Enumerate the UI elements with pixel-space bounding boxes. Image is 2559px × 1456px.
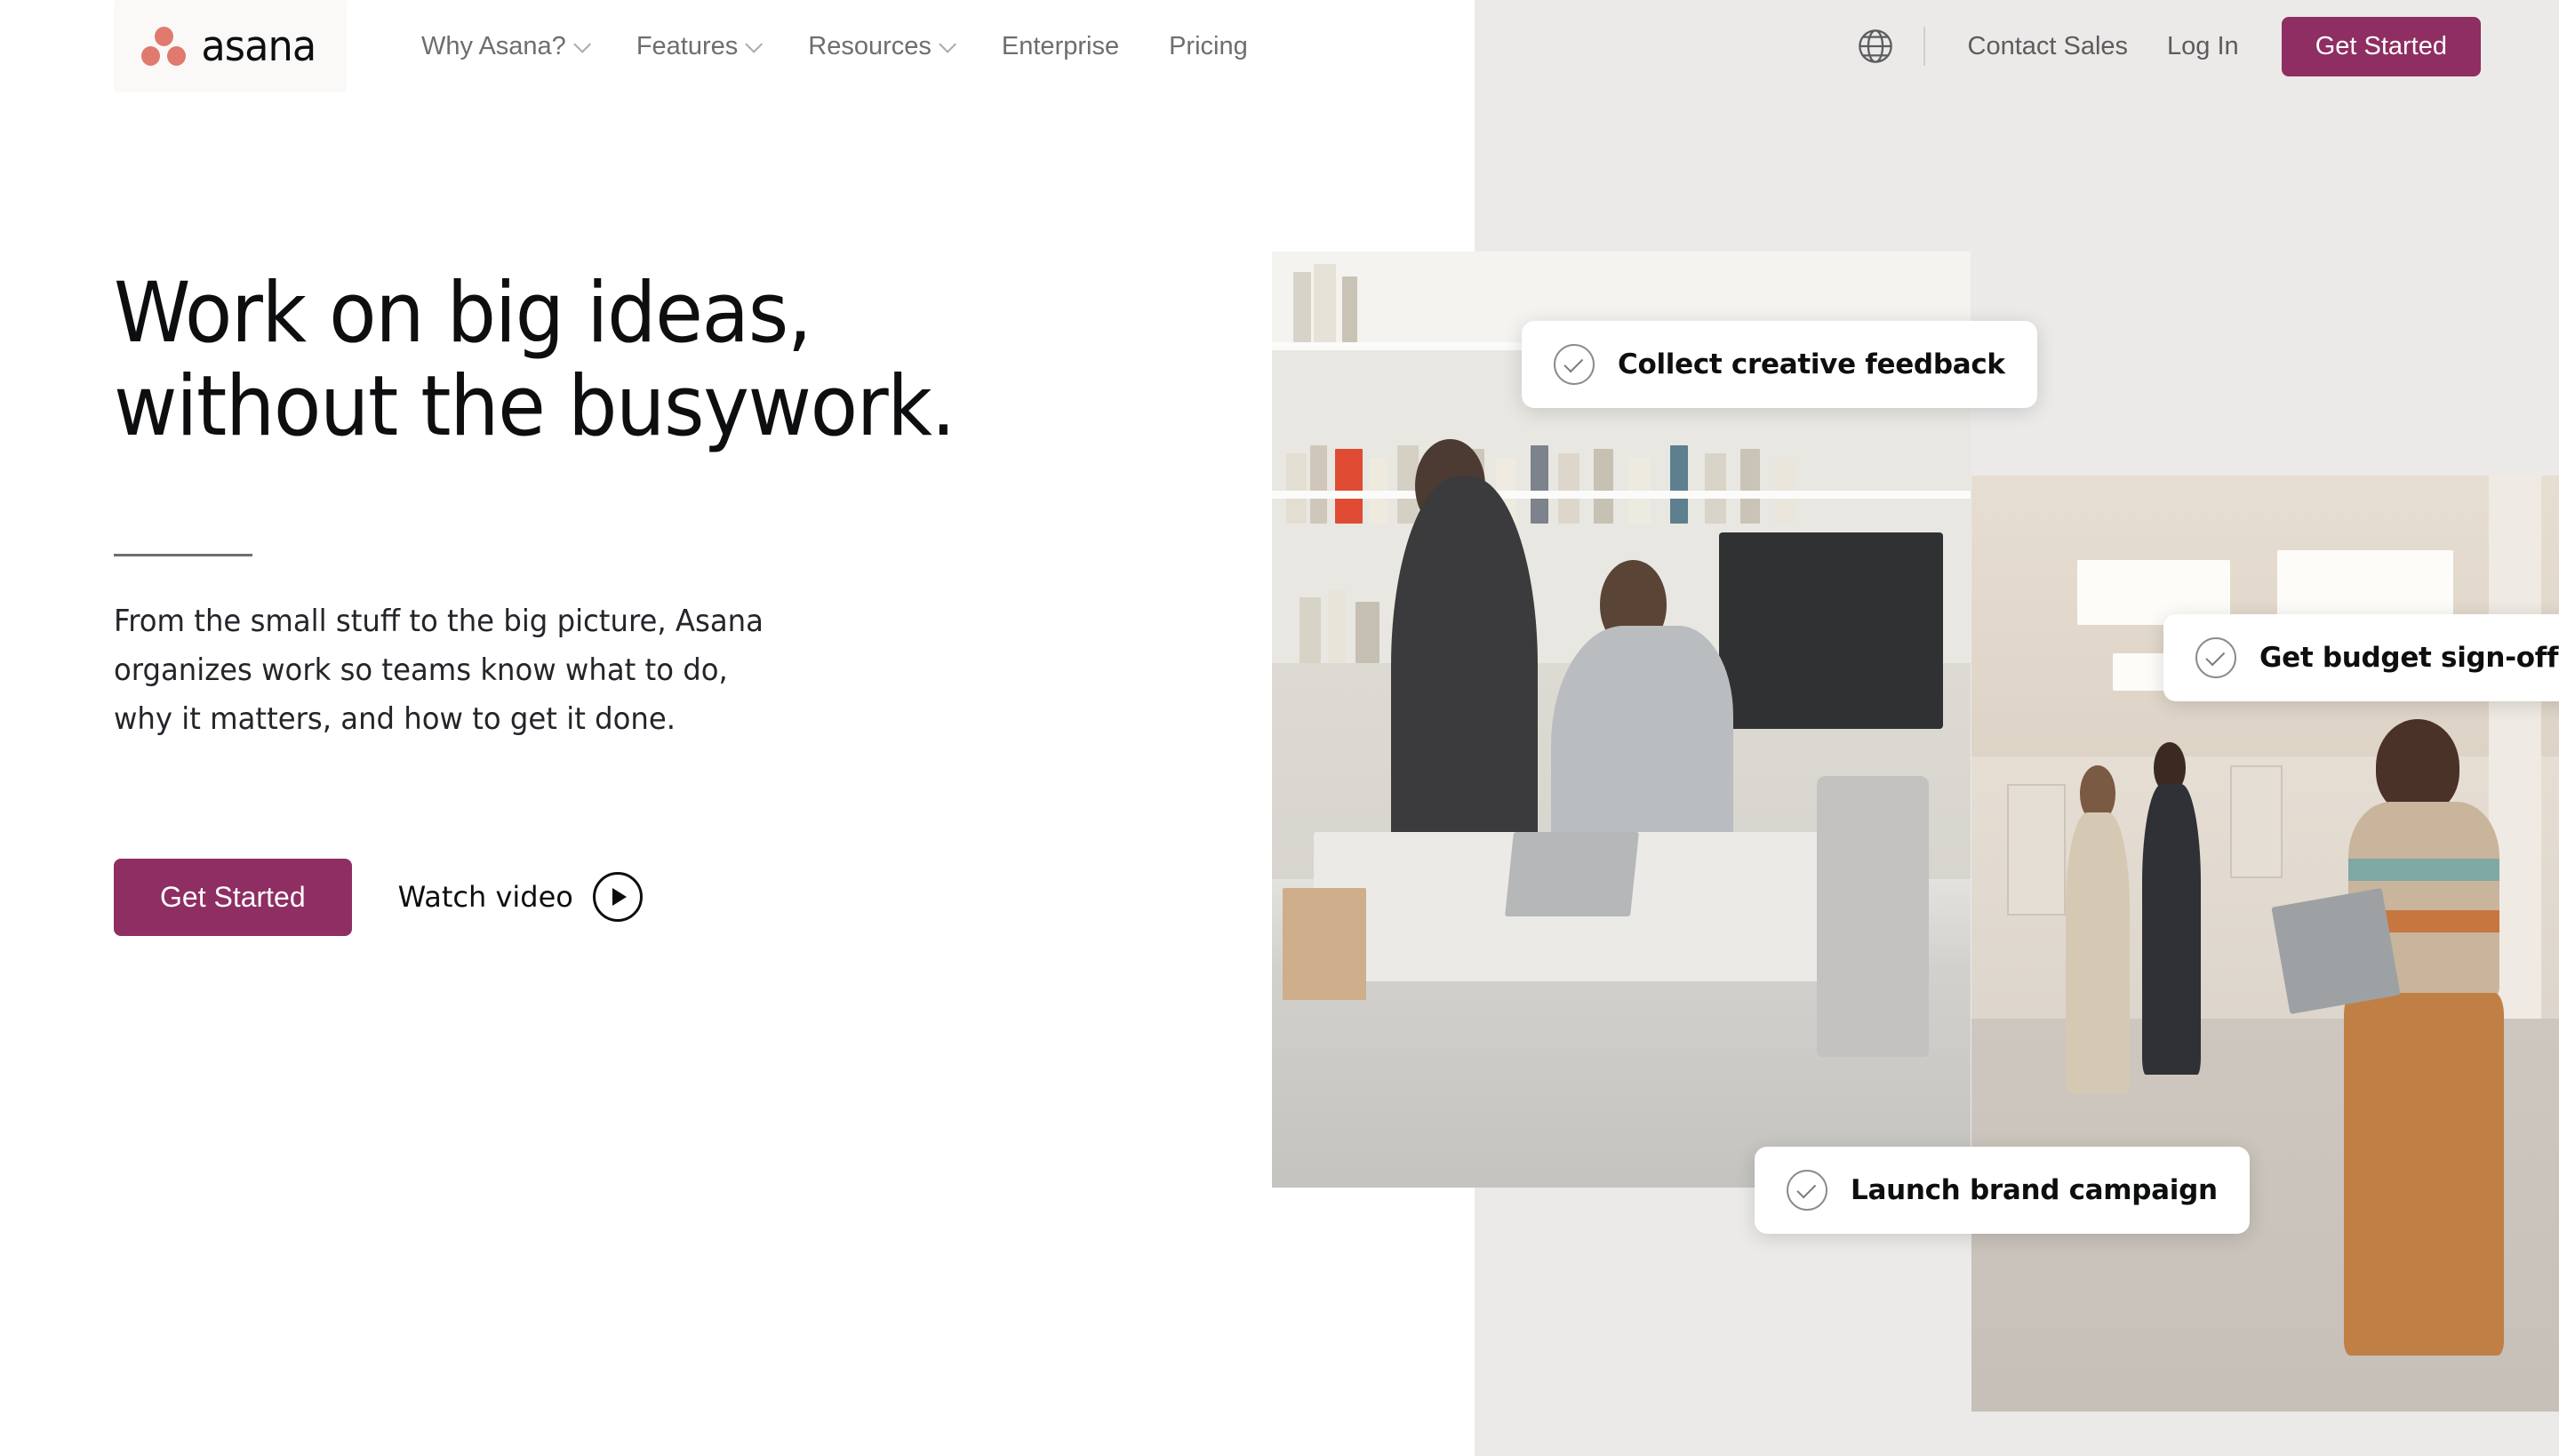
asana-logo-wordmark: asana	[201, 21, 317, 71]
hero-title-line-1: Work on big ideas,	[114, 265, 812, 362]
hero-subtitle-line-1: From the small stuff to the big picture,…	[114, 603, 764, 639]
hero-content: Work on big ideas, without the busywork.…	[114, 267, 1180, 936]
watch-video-label: Watch video	[397, 880, 573, 915]
asana-landing-page: asana Why Asana? Features Resources Ente…	[0, 0, 2559, 1456]
nav-item-pricing[interactable]: Pricing	[1144, 0, 1273, 92]
globe-icon[interactable]	[1851, 21, 1900, 71]
hero-subtitle: From the small stuff to the big picture,…	[114, 597, 815, 745]
nav-item-why-asana[interactable]: Why Asana?	[396, 0, 612, 92]
task-card-label: Launch brand campaign	[1851, 1174, 2218, 1206]
main-navigation: Why Asana? Features Resources Enterprise…	[396, 0, 1273, 92]
check-circle-icon	[2195, 637, 2236, 678]
hero-title: Work on big ideas, without the busywork.	[114, 267, 1106, 454]
check-circle-icon	[1554, 344, 1595, 385]
nav-item-features[interactable]: Features	[612, 0, 783, 92]
task-card-label: Collect creative feedback	[1618, 348, 2005, 380]
nav-label-enterprise: Enterprise	[1001, 31, 1120, 60]
site-header: asana Why Asana? Features Resources Ente…	[0, 0, 2559, 92]
nav-item-resources[interactable]: Resources	[783, 0, 977, 92]
asana-three-dots-logo-icon	[141, 27, 187, 66]
nav-label-pricing: Pricing	[1169, 31, 1248, 60]
header-divider	[1923, 27, 1925, 66]
task-card-label: Get budget sign-off	[2259, 642, 2559, 674]
hero-get-started-button[interactable]: Get Started	[114, 858, 352, 936]
chevron-down-icon	[939, 35, 956, 53]
chevron-down-icon	[745, 35, 764, 53]
nav-label-resources: Resources	[808, 31, 932, 60]
nav-label-features: Features	[636, 31, 739, 60]
hero-cta-row: Get Started Watch video	[114, 858, 1180, 936]
chevron-down-icon	[573, 35, 591, 53]
contact-sales-link[interactable]: Contact Sales	[1948, 32, 2148, 61]
hero-divider-rule	[114, 553, 252, 556]
hero-subtitle-line-2: organizes work so teams know what to do,	[114, 652, 728, 688]
hero-subtitle-line-3: why it matters, and how to get it done.	[114, 701, 676, 738]
task-card-launch-brand-campaign[interactable]: Launch brand campaign	[1755, 1147, 2250, 1234]
log-in-link[interactable]: Log In	[2147, 32, 2259, 61]
nav-label-why-asana: Why Asana?	[421, 31, 566, 60]
header-get-started-button[interactable]: Get Started	[2281, 16, 2481, 76]
task-card-collect-creative-feedback[interactable]: Collect creative feedback	[1522, 321, 2037, 408]
nav-item-enterprise[interactable]: Enterprise	[977, 0, 1144, 92]
play-circle-icon	[592, 872, 643, 923]
check-circle-icon	[1787, 1170, 1827, 1211]
task-card-get-budget-sign-off[interactable]: Get budget sign-off	[2163, 614, 2559, 701]
header-right-actions: Contact Sales Log In Get Started	[1851, 16, 2559, 76]
hero-title-line-2: without the busywork.	[114, 358, 956, 456]
asana-logo[interactable]: asana	[114, 0, 347, 92]
watch-video-button[interactable]: Watch video	[397, 872, 643, 923]
